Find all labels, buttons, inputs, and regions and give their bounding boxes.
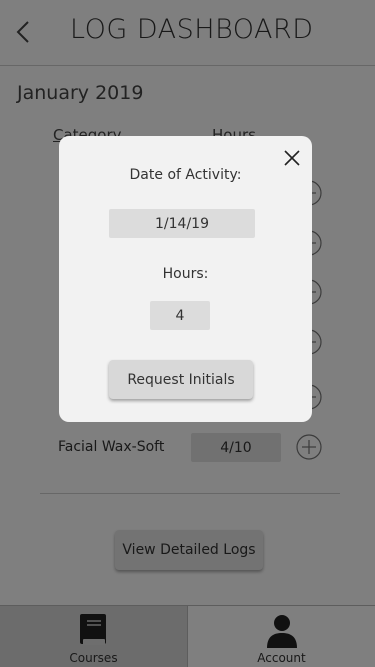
hours-field[interactable]: 4: [150, 301, 210, 330]
activity-modal: Date of Activity: 1/14/19 Hours: 4 Reque…: [59, 136, 312, 422]
hours-label: Hours:: [162, 266, 209, 282]
request-initials-button[interactable]: Request Initials: [109, 360, 253, 399]
date-of-activity-label: Date of Activity:: [129, 167, 242, 183]
close-icon[interactable]: [282, 148, 302, 168]
date-field[interactable]: 1/14/19: [109, 209, 255, 238]
